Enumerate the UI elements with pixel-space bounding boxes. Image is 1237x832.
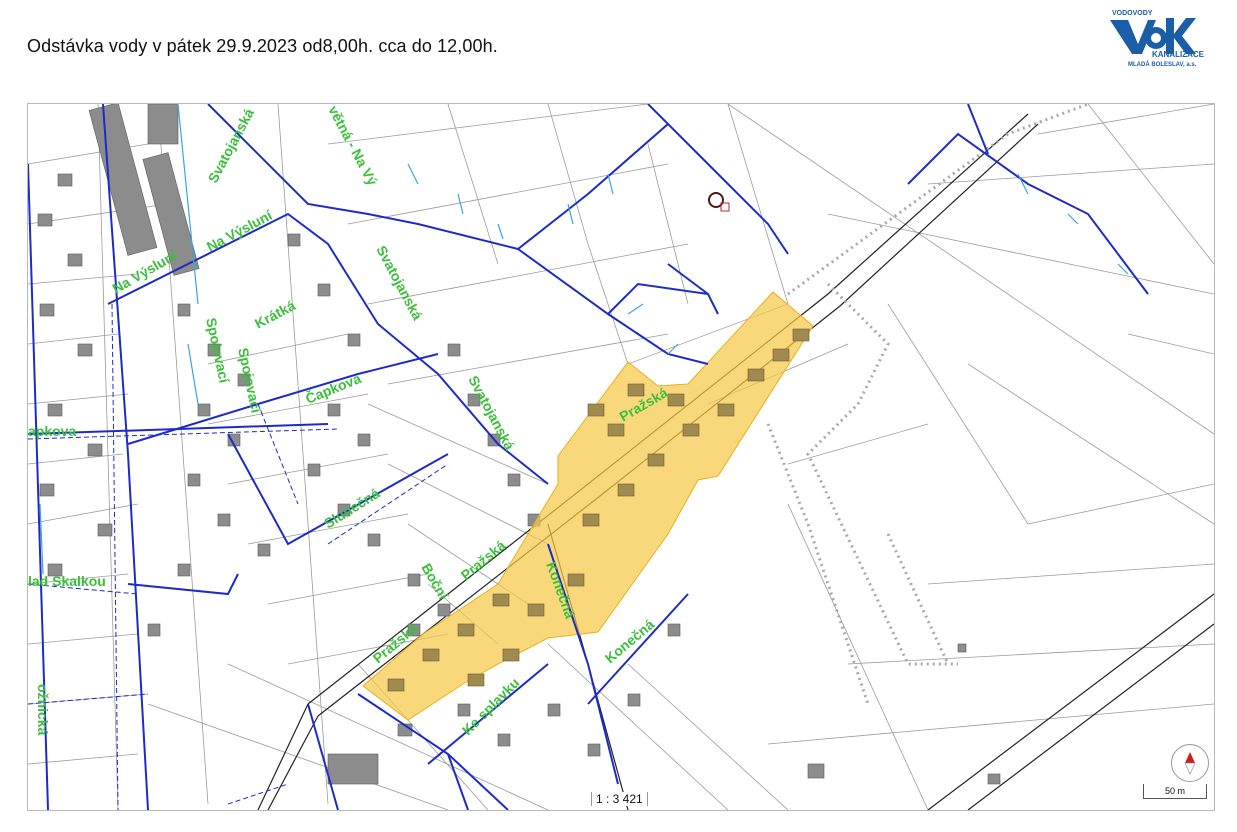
street-label: Krátká — [252, 297, 298, 332]
street-label: Na Výsluní — [204, 206, 276, 254]
scale-ratio: 1 : 3 421 — [591, 792, 648, 806]
page-title: Odstávka vody v pátek 29.9.2023 od8,00h.… — [27, 36, 498, 56]
street-label: Boční — [418, 561, 452, 604]
street-label: Pražská — [458, 537, 509, 583]
logo-city: MLADÁ BOLESLAV, a.s. — [1128, 62, 1197, 68]
street-label: Svatojanská — [373, 243, 426, 323]
map-view[interactable]: Svatojanská Na Výsluní Na Výsluní Spojov… — [27, 103, 1215, 811]
logo-kanalizace: KANALIZACE — [1152, 50, 1204, 59]
street-label: ožnická — [35, 684, 51, 736]
scale-bar: 50 m — [1143, 784, 1207, 799]
street-label: Spojovací — [203, 316, 233, 385]
street-label: Čapkova — [303, 369, 364, 407]
street-label: lad Skalkou — [28, 573, 106, 589]
field-paths — [766, 104, 1089, 705]
compass-icon[interactable] — [1171, 744, 1209, 782]
street-label: apkova — [28, 423, 76, 439]
vak-logo: VODOVODY KANALIZACE MLADÁ BOLESLAV, a.s. — [1108, 10, 1204, 70]
street-label: větná - Na Vý — [325, 104, 381, 188]
map-canvas: Svatojanská Na Výsluní Na Výsluní Spojov… — [28, 104, 1214, 810]
